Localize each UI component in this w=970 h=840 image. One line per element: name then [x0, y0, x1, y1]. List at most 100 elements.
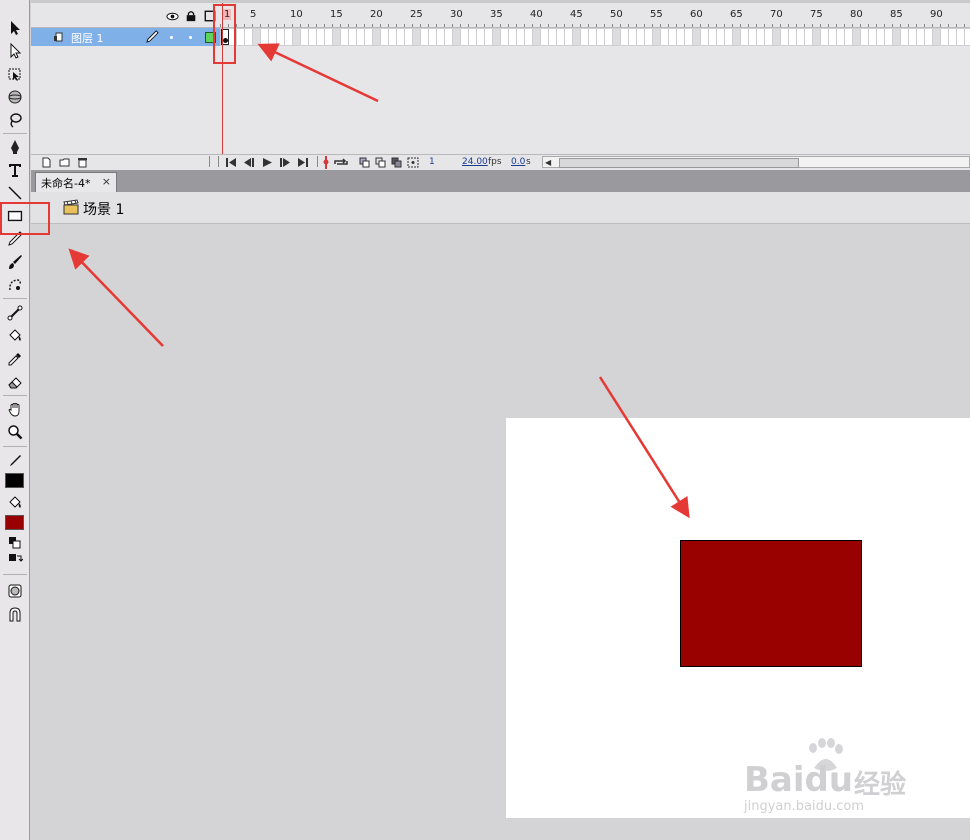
frame-cell[interactable]	[772, 28, 781, 46]
frame-cell[interactable]	[244, 28, 253, 46]
frame-cell[interactable]	[396, 28, 405, 46]
layer-visible-dot[interactable]	[170, 36, 173, 39]
frame-cell[interactable]	[460, 28, 469, 46]
frame-cell[interactable]	[340, 28, 349, 46]
frame-cell[interactable]	[324, 28, 333, 46]
lasso-tool[interactable]	[5, 110, 25, 130]
swap-colors-button[interactable]	[5, 552, 25, 568]
frame-cell[interactable]	[796, 28, 805, 46]
frame-cell[interactable]	[668, 28, 677, 46]
modify-onion-markers-icon[interactable]	[407, 157, 419, 168]
frame-cell[interactable]	[724, 28, 733, 46]
deco-tool[interactable]	[5, 275, 25, 295]
frame-cell[interactable]	[620, 28, 629, 46]
onion-skin-icon[interactable]	[359, 157, 371, 168]
stroke-color-swatch[interactable]	[5, 473, 24, 488]
frame-cell[interactable]	[700, 28, 709, 46]
current-frame[interactable]: 1	[429, 157, 435, 167]
fill-color-control[interactable]	[5, 493, 25, 513]
free-transform-tool[interactable]	[5, 64, 25, 84]
selection-tool[interactable]	[5, 18, 25, 38]
frame-cell[interactable]	[708, 28, 717, 46]
document-tab[interactable]: 未命名-4* ×	[35, 172, 117, 192]
frame-cell[interactable]	[268, 28, 277, 46]
red-rectangle-shape[interactable]	[680, 540, 862, 667]
frame-cell[interactable]	[612, 28, 621, 46]
frame-cell[interactable]	[276, 28, 285, 46]
timeline-horizontal-scrollbar[interactable]: ◀	[542, 156, 970, 168]
frame-cell[interactable]	[476, 28, 485, 46]
frame-cell[interactable]	[748, 28, 757, 46]
frame-cell[interactable]	[404, 28, 413, 46]
frame-cell[interactable]	[820, 28, 829, 46]
subselection-tool[interactable]	[5, 41, 25, 61]
frame-cell[interactable]	[940, 28, 949, 46]
frame-cell[interactable]	[580, 28, 589, 46]
frame-cell[interactable]	[356, 28, 365, 46]
brush-tool[interactable]	[5, 252, 25, 272]
frame-cell[interactable]	[604, 28, 613, 46]
panel-splitter[interactable]	[209, 156, 219, 167]
paint-bucket-tool[interactable]	[5, 326, 25, 346]
layer-frames[interactable]	[220, 28, 970, 46]
default-colors-button[interactable]	[5, 535, 25, 551]
frame-cell[interactable]	[308, 28, 317, 46]
frame-cell[interactable]	[468, 28, 477, 46]
frame-cell[interactable]	[684, 28, 693, 46]
frame-cell[interactable]	[660, 28, 669, 46]
frame-cell[interactable]	[812, 28, 821, 46]
frame-cell[interactable]	[828, 28, 837, 46]
frame-cell[interactable]	[916, 28, 925, 46]
bone-tool[interactable]	[5, 303, 25, 323]
frame-cell[interactable]	[332, 28, 341, 46]
frame-cell[interactable]	[780, 28, 789, 46]
pen-tool[interactable]	[5, 137, 25, 157]
scrollbar-thumb[interactable]	[559, 158, 799, 168]
new-layer-icon[interactable]	[41, 157, 52, 168]
frame-cell[interactable]	[436, 28, 445, 46]
step-forward-icon[interactable]	[279, 157, 291, 168]
line-tool[interactable]	[5, 183, 25, 203]
frame-cell[interactable]	[644, 28, 653, 46]
frame-cell[interactable]	[524, 28, 533, 46]
frame-cell[interactable]	[540, 28, 549, 46]
frame-cell[interactable]	[572, 28, 581, 46]
step-back-icon[interactable]	[243, 157, 255, 168]
lock-all-layers-icon[interactable]	[184, 9, 198, 23]
new-folder-icon[interactable]	[59, 157, 70, 168]
frame-cell[interactable]	[500, 28, 509, 46]
frame-cell[interactable]	[372, 28, 381, 46]
onion-skin-outlines-icon[interactable]	[375, 157, 387, 168]
frame-cell[interactable]	[636, 28, 645, 46]
frame-cell[interactable]	[300, 28, 309, 46]
frame-cell[interactable]	[956, 28, 965, 46]
frame-cell[interactable]	[788, 28, 797, 46]
frame-cell[interactable]	[652, 28, 661, 46]
frame-cell[interactable]	[844, 28, 853, 46]
frame-cell[interactable]	[868, 28, 877, 46]
center-frame-icon[interactable]	[323, 156, 329, 169]
frame-cell[interactable]	[588, 28, 597, 46]
frame-rate[interactable]: 24.00	[462, 157, 488, 167]
play-icon[interactable]	[261, 157, 273, 168]
frame-cell[interactable]	[444, 28, 453, 46]
frame-cell[interactable]	[452, 28, 461, 46]
frame-cell[interactable]	[924, 28, 933, 46]
frame-cell[interactable]	[236, 28, 245, 46]
hand-tool[interactable]	[5, 399, 25, 419]
frame-cell[interactable]	[348, 28, 357, 46]
frame-cell[interactable]	[412, 28, 421, 46]
frame-cell[interactable]	[948, 28, 957, 46]
frame-cell[interactable]	[284, 28, 293, 46]
frame-cell[interactable]	[860, 28, 869, 46]
eraser-tool[interactable]	[5, 372, 25, 392]
frame-cell[interactable]	[692, 28, 701, 46]
frame-cell[interactable]	[732, 28, 741, 46]
frame-cell[interactable]	[836, 28, 845, 46]
frame-cell[interactable]	[556, 28, 565, 46]
loop-icon[interactable]	[333, 157, 349, 168]
frame-cell[interactable]	[564, 28, 573, 46]
delete-layer-icon[interactable]	[77, 157, 88, 168]
show-hide-all-layers-icon[interactable]	[165, 9, 179, 23]
frame-cell[interactable]	[516, 28, 525, 46]
